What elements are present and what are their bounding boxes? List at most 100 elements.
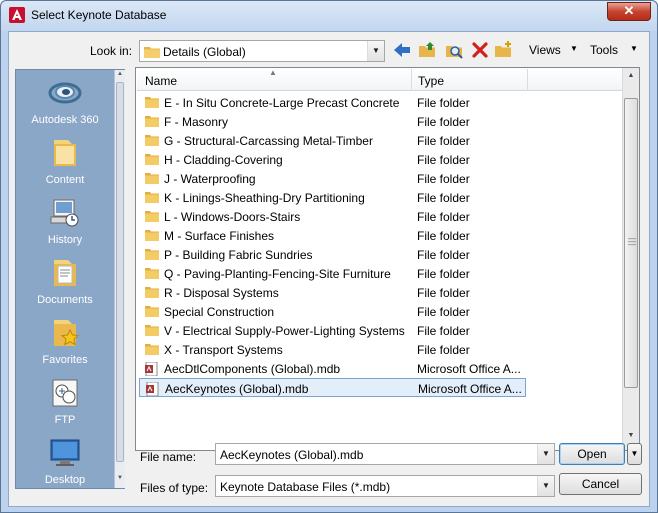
- folder-row[interactable]: K - Linings-Sheathing-Dry Partitioning Fi…: [139, 188, 529, 207]
- access-database-icon: [145, 361, 159, 377]
- close-button[interactable]: ✕: [607, 2, 651, 21]
- search-web-icon[interactable]: [444, 40, 464, 60]
- folder-row[interactable]: Q - Paving-Planting-Fencing-Site Furnitu…: [139, 264, 529, 283]
- folder-row[interactable]: V - Electrical Supply-Power-Lighting Sys…: [139, 321, 529, 340]
- tools-dropdown-icon[interactable]: ▼: [630, 44, 638, 53]
- file-name-cell: AecDtlComponents (Global).mdb: [164, 362, 341, 376]
- file-name-cell: P - Building Fabric Sundries: [164, 248, 313, 262]
- folder-icon: [54, 140, 76, 166]
- file-type-cell: File folder: [417, 343, 470, 357]
- file-type-cell: File folder: [417, 210, 470, 224]
- file-list[interactable]: ▲ Name Type E - In Situ Concrete-Large P…: [135, 67, 640, 451]
- column-header-type[interactable]: Type: [418, 74, 444, 88]
- dialog-window: Select Keynote Database ✕ Look in: Detai…: [0, 0, 658, 513]
- folder-icon: [145, 191, 159, 203]
- folder-icon: [145, 96, 159, 108]
- scroll-up-icon[interactable]: ▲: [623, 72, 639, 79]
- file-name-label: File name:: [140, 450, 197, 464]
- scroll-down-icon[interactable]: ▼: [115, 475, 125, 481]
- folder-row[interactable]: L - Windows-Doors-Stairs File folder: [139, 207, 529, 226]
- new-folder-icon[interactable]: [493, 40, 513, 60]
- chevron-down-icon[interactable]: ▼: [537, 476, 554, 496]
- grip-icon: — — —: [628, 234, 636, 249]
- open-button[interactable]: Open: [559, 443, 625, 465]
- column-divider[interactable]: [411, 69, 412, 91]
- views-menu[interactable]: Views: [529, 43, 561, 57]
- folder-row[interactable]: R - Disposal Systems File folder: [139, 283, 529, 302]
- places-scrollbar[interactable]: ▲ ▼: [114, 70, 125, 488]
- folder-row[interactable]: E - In Situ Concrete-Large Precast Concr…: [139, 93, 529, 112]
- file-type-cell: Microsoft Office A...: [417, 362, 521, 376]
- folder-icon: [145, 248, 159, 260]
- place-history[interactable]: History: [16, 196, 114, 246]
- file-name-cell: E - In Situ Concrete-Large Precast Concr…: [164, 96, 400, 110]
- places-scroll-thumb[interactable]: [116, 82, 124, 462]
- folder-row[interactable]: J - Waterproofing File folder: [139, 169, 529, 188]
- folder-row[interactable]: H - Cladding-Covering File folder: [139, 150, 529, 169]
- back-arrow-icon[interactable]: [392, 40, 412, 60]
- folder-row[interactable]: Special Construction File folder: [139, 302, 529, 321]
- file-name-cell: X - Transport Systems: [164, 343, 283, 357]
- place-documents[interactable]: Documents: [16, 256, 114, 306]
- file-name-cell: AecKeynotes (Global).mdb: [165, 382, 309, 396]
- file-list-scroll-thumb[interactable]: — — —: [624, 98, 638, 388]
- place-autodesk-360[interactable]: Autodesk 360: [16, 76, 114, 126]
- file-name-cell: F - Masonry: [164, 115, 229, 129]
- file-name-cell: G - Structural-Carcassing Metal-Timber: [164, 134, 373, 148]
- file-name-cell: V - Electrical Supply-Power-Lighting Sys…: [164, 324, 405, 338]
- delete-icon[interactable]: [470, 40, 490, 60]
- history-icon: [50, 199, 79, 227]
- file-list-scrollbar[interactable]: ▲ — — — ▼: [622, 68, 639, 450]
- place-label: History: [47, 234, 83, 246]
- folder-row[interactable]: P - Building Fabric Sundries File folder: [139, 245, 529, 264]
- folder-row[interactable]: F - Masonry File folder: [139, 112, 529, 131]
- place-label: Desktop: [44, 474, 86, 486]
- views-dropdown-icon[interactable]: ▼: [570, 44, 578, 53]
- place-favorites[interactable]: Favorites: [16, 316, 114, 366]
- place-desktop[interactable]: Desktop: [16, 436, 114, 486]
- file-row[interactable]: AecKeynotes (Global).mdb Microsoft Office…: [139, 378, 526, 397]
- file-type-dropdown[interactable]: Keynote Database Files (*.mdb) ▼: [215, 475, 555, 497]
- file-name-cell: M - Surface Finishes: [164, 229, 275, 243]
- folder-row[interactable]: X - Transport Systems File folder: [139, 340, 529, 359]
- cancel-button[interactable]: Cancel: [559, 473, 642, 495]
- file-row[interactable]: AecDtlComponents (Global).mdb Microsoft O…: [139, 359, 529, 378]
- file-type-cell: File folder: [417, 267, 470, 281]
- title-bar[interactable]: Select Keynote Database ✕: [1, 1, 657, 31]
- file-name-cell: K - Linings-Sheathing-Dry Partitioning: [164, 191, 365, 205]
- scroll-up-icon[interactable]: ▲: [115, 71, 125, 77]
- folder-icon: [145, 115, 159, 127]
- place-content[interactable]: Content: [16, 136, 114, 186]
- file-type-cell: File folder: [417, 172, 470, 186]
- folder-icon: [145, 267, 159, 279]
- look-in-dropdown[interactable]: Details (Global) ▼: [139, 40, 385, 62]
- folder-icon: [145, 134, 159, 146]
- file-type-cell: File folder: [417, 324, 470, 338]
- up-folder-icon[interactable]: [417, 40, 437, 60]
- file-type-cell: File folder: [417, 191, 470, 205]
- place-ftp[interactable]: FTP: [16, 376, 114, 426]
- folder-icon: [144, 47, 160, 58]
- file-name-input[interactable]: AecKeynotes (Global).mdb ▼: [215, 443, 555, 465]
- sort-ascending-icon: ▲: [269, 68, 277, 77]
- column-divider[interactable]: [527, 69, 528, 91]
- place-label: FTP: [54, 414, 76, 426]
- folder-row[interactable]: G - Structural-Carcassing Metal-Timber Fi…: [139, 131, 529, 150]
- tools-menu[interactable]: Tools: [590, 43, 618, 57]
- look-in-label: Look in:: [90, 44, 133, 58]
- column-header-name[interactable]: Name: [145, 74, 177, 88]
- dialog-body: Look in: Details (Global) ▼ Views ▼ Tool…: [8, 31, 650, 507]
- chevron-down-icon[interactable]: ▼: [537, 444, 554, 464]
- open-options-button[interactable]: ▼: [627, 443, 642, 465]
- folder-icon: [145, 305, 159, 317]
- folder-icon: [145, 153, 159, 165]
- autocad-app-icon[interactable]: [9, 7, 25, 23]
- place-label: Content: [45, 174, 85, 186]
- chevron-down-icon[interactable]: ▼: [367, 41, 384, 61]
- folder-row[interactable]: M - Surface Finishes File folder: [139, 226, 529, 245]
- scroll-down-icon[interactable]: ▼: [623, 432, 639, 439]
- look-in-value: Details (Global): [163, 45, 246, 59]
- file-type-cell: Microsoft Office A...: [418, 382, 522, 396]
- file-name-cell: Q - Paving-Planting-Fencing-Site Furnitu…: [164, 267, 391, 281]
- file-name-cell: Special Construction: [164, 305, 275, 319]
